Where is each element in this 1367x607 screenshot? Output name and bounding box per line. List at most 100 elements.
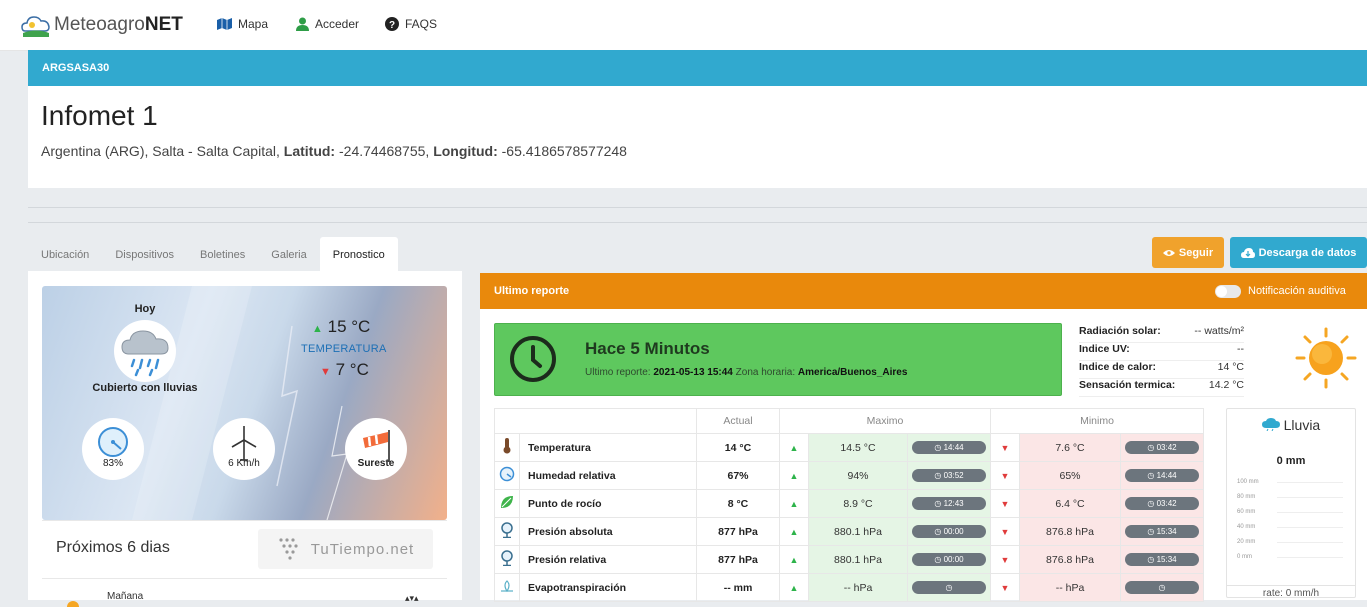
next-days-divider	[42, 578, 447, 579]
tab-galeria[interactable]: Galeria	[258, 237, 319, 271]
time-pill: ◷ 03:42	[1125, 441, 1199, 454]
time-value: 15:34	[1156, 527, 1177, 536]
min-arrow-icon: ▼	[990, 573, 1020, 602]
rain-cloud-small-icon	[1261, 418, 1280, 432]
nav-mapa[interactable]: Mapa	[217, 17, 268, 31]
stat-key: Indice UV:	[1079, 343, 1130, 355]
nav-faqs[interactable]: ? FAQS	[385, 17, 437, 31]
row-max: 880.1 hPa	[808, 517, 908, 546]
row-name: Evapotranspiración	[519, 573, 697, 602]
stat-value: 14.2 °C	[1208, 379, 1244, 391]
time-pill: ◷ 03:52	[912, 469, 986, 482]
station-location: Argentina (ARG), Salta - Salta Capital, …	[41, 143, 627, 159]
rain-scale-label: 80 mm	[1237, 494, 1256, 500]
stat-key: Sensación termica:	[1079, 379, 1176, 391]
time-value: 03:52	[943, 471, 964, 480]
rain-gridline	[1277, 482, 1343, 483]
logo-icon	[21, 16, 50, 37]
time-pill: ◷ 15:34	[1125, 553, 1199, 566]
table-row: Presión relativa 877 hPa ▲ 880.1 hPa ◷ 0…	[494, 545, 1204, 574]
row-min: 65%	[1019, 461, 1121, 490]
temp-up-icon: ▲	[312, 323, 323, 335]
humidity-value: 83%	[102, 458, 123, 469]
humidity-gauge-icon	[98, 427, 128, 457]
table-row: Temperatura 14 °C ▲ 14.5 °C ◷ 14:44 ▼ 7.…	[494, 433, 1204, 462]
time-pill: ◷ 12:43	[912, 497, 986, 510]
table-row: Presión absoluta 877 hPa ▲ 880.1 hPa ◷ 0…	[494, 517, 1204, 546]
rain-value: 0 mm	[1276, 455, 1306, 467]
time-value: 12:43	[943, 499, 964, 508]
row-min-time: ◷ 14:44	[1120, 461, 1204, 490]
temp-label: TEMPERATURA	[301, 343, 387, 355]
rain-scale-label: 0 mm	[1237, 554, 1252, 560]
row-max: 8.9 °C	[808, 489, 908, 518]
header-actual: Actual	[696, 408, 780, 434]
temp-down-icon: ▼	[320, 366, 331, 378]
temp-max-value: 15 °C	[327, 317, 371, 336]
last-report-box: Hace 5 Minutos Ultimo reporte: 2021-05-1…	[494, 323, 1062, 396]
follow-button[interactable]: Seguir	[1152, 237, 1224, 268]
wind-direction-badge	[345, 418, 407, 480]
row-actual: -- mm	[696, 573, 780, 602]
temp-min-value: 7 °C	[335, 360, 369, 379]
eye-icon	[1162, 249, 1175, 256]
tab-dispositivos[interactable]: Dispositivos	[102, 237, 187, 271]
last-report-details: Ultimo reporte: 2021-05-13 15:44 Zona ho…	[585, 367, 907, 378]
download-button[interactable]: Descarga de datos	[1230, 237, 1367, 268]
table-row: Humedad relativa 67% ▲ 94% ◷ 03:52 ▼ 65%…	[494, 461, 1204, 490]
row-min-time: ◷ 15:34	[1120, 545, 1204, 574]
time-value: 14:44	[1156, 471, 1177, 480]
tab-pronostico[interactable]: Pronostico	[319, 237, 398, 271]
sun-icon	[1295, 327, 1357, 389]
nav-acceder[interactable]: Acceder	[296, 17, 359, 31]
time-value: 03:42	[1156, 499, 1177, 508]
next-day-label: Mañana	[107, 591, 144, 602]
time-pill: ◷	[912, 581, 986, 594]
timezone-value: America/Buenos_Aires	[797, 367, 908, 378]
station-card: Infomet 1 Argentina (ARG), Salta - Salta…	[28, 86, 1367, 188]
tutiempo-logo[interactable]: TuTiempo.net	[258, 529, 433, 569]
row-max: -- hPa	[808, 573, 908, 602]
extra-stats: Radiación solar: -- watts/m² Indice UV: --…	[1079, 325, 1244, 397]
min-arrow-icon: ▼	[990, 461, 1020, 490]
row-max-time: ◷ 00:00	[907, 517, 991, 546]
lat-label: Latitud:	[283, 143, 336, 159]
tab-bar: Ubicación Dispositivos Boletines Galeria…	[28, 237, 398, 271]
time-value: 00:00	[943, 527, 964, 536]
logo-bold: NET	[144, 14, 183, 35]
time-pill: ◷ 15:34	[1125, 525, 1199, 538]
logo[interactable]: MeteoagroNET	[20, 6, 183, 44]
stat-key: Radiación solar:	[1079, 325, 1161, 337]
last-report-ago: Hace 5 Minutos	[585, 339, 710, 358]
time-value: 03:42	[1156, 443, 1177, 452]
table-row: Evapotranspiración -- mm ▲ -- hPa ◷ ▼ --…	[494, 573, 1204, 602]
timezone-label: Zona horaria:	[735, 367, 796, 378]
thermometer-icon	[494, 433, 520, 462]
map-icon	[217, 18, 232, 30]
audio-notification-toggle[interactable]	[1215, 285, 1241, 298]
next-days-title: Próximos 6 dias	[56, 539, 170, 556]
rain-title-text: Lluvia	[1283, 417, 1321, 433]
temp-min: ▼ 7 °C	[320, 360, 369, 380]
next-day-cloud-icon: ▴▾▴	[405, 593, 419, 603]
rain-gridline	[1277, 557, 1343, 558]
tab-ubicacion[interactable]: Ubicación	[28, 237, 102, 271]
row-max-time: ◷ 00:00	[907, 545, 991, 574]
report-panel: Hace 5 Minutos Ultimo reporte: 2021-05-1…	[480, 309, 1367, 602]
stat-value: 14 °C	[1217, 361, 1244, 373]
report-bar: Ultimo reporte Notificación auditiva	[480, 273, 1367, 309]
tab-boletines[interactable]: Boletines	[187, 237, 258, 271]
header-minimo: Minimo	[990, 408, 1204, 434]
rain-gridline	[1277, 512, 1343, 513]
nav-faqs-label: FAQS	[405, 17, 438, 31]
audio-notification-label: Notificación auditiva	[1248, 285, 1346, 297]
time-pill: ◷ 00:00	[912, 525, 986, 538]
tutiempo-dots-icon	[279, 538, 298, 560]
row-min: 6.4 °C	[1019, 489, 1121, 518]
wind-badge	[213, 418, 275, 480]
logo-prefix: Meteoagro	[54, 14, 145, 35]
max-arrow-icon: ▲	[779, 489, 809, 518]
table-header-row: Actual Maximo Minimo	[494, 408, 1204, 434]
min-arrow-icon: ▼	[990, 489, 1020, 518]
follow-label: Seguir	[1178, 246, 1214, 259]
